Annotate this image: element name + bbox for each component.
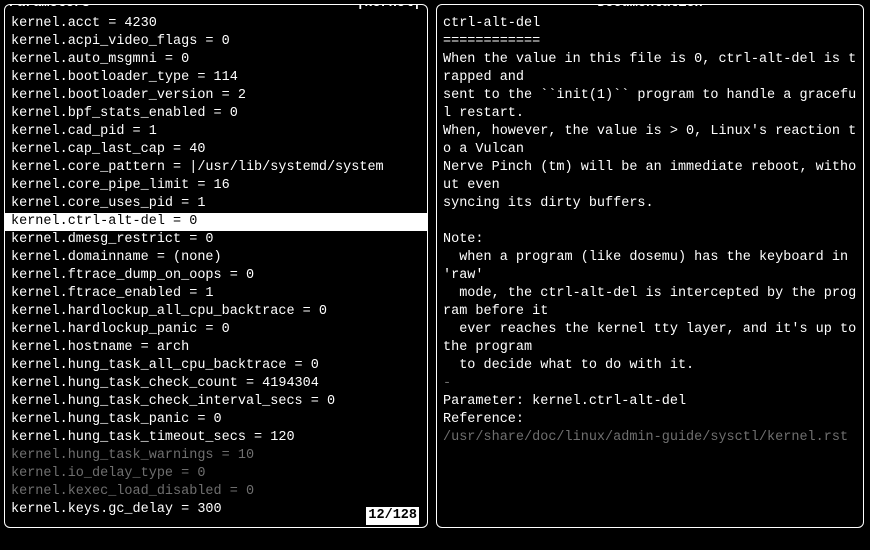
documentation-panel: Documentation ctrl-alt-del============Wh… bbox=[436, 4, 864, 528]
parameter-row[interactable]: kernel.auto_msgmni = 0 bbox=[11, 51, 421, 69]
parameter-row[interactable]: kernel.cad_pid = 1 bbox=[11, 123, 421, 141]
doc-line: When, however, the value is > 0, Linux's… bbox=[443, 123, 857, 159]
doc-line: Nerve Pinch (tm) will be an immediate re… bbox=[443, 159, 857, 195]
parameters-panel[interactable]: Parameters |kernel| kernel.acct = 4230ke… bbox=[4, 4, 428, 528]
panel-tag-kernel: |kernel| bbox=[356, 4, 421, 13]
panel-title-parameters: Parameters bbox=[9, 4, 90, 13]
doc-line bbox=[443, 213, 857, 231]
doc-line: Parameter: kernel.ctrl-alt-del bbox=[443, 393, 857, 411]
documentation-body: ctrl-alt-del============When the value i… bbox=[443, 15, 857, 447]
doc-line: ever reaches the kernel tty layer, and i… bbox=[443, 321, 857, 357]
parameter-row[interactable]: kernel.core_pipe_limit = 16 bbox=[11, 177, 421, 195]
parameter-row[interactable]: kernel.kexec_load_disabled = 0 bbox=[11, 483, 421, 501]
parameter-row[interactable]: kernel.bpf_stats_enabled = 0 bbox=[11, 105, 421, 123]
parameters-list[interactable]: kernel.acct = 4230kernel.acpi_video_flag… bbox=[11, 15, 421, 519]
parameter-row[interactable]: kernel.acpi_video_flags = 0 bbox=[11, 33, 421, 51]
parameter-row[interactable]: kernel.hung_task_panic = 0 bbox=[11, 411, 421, 429]
doc-line: sent to the ``init(1)`` program to handl… bbox=[443, 87, 857, 123]
parameter-row[interactable]: kernel.bootloader_type = 114 bbox=[11, 69, 421, 87]
parameter-row[interactable]: kernel.hardlockup_panic = 0 bbox=[11, 321, 421, 339]
panel-title-documentation: Documentation bbox=[597, 4, 702, 13]
parameter-row[interactable]: kernel.core_uses_pid = 1 bbox=[11, 195, 421, 213]
parameter-row[interactable]: kernel.hardlockup_all_cpu_backtrace = 0 bbox=[11, 303, 421, 321]
parameter-row[interactable]: kernel.hung_task_check_interval_secs = 0 bbox=[11, 393, 421, 411]
parameter-row[interactable]: kernel.dmesg_restrict = 0 bbox=[11, 231, 421, 249]
doc-line: When the value in this file is 0, ctrl-a… bbox=[443, 51, 857, 87]
parameter-row[interactable]: kernel.cap_last_cap = 40 bbox=[11, 141, 421, 159]
parameter-row[interactable]: kernel.ftrace_enabled = 1 bbox=[11, 285, 421, 303]
parameter-row[interactable]: kernel.domainname = (none) bbox=[11, 249, 421, 267]
doc-line: mode, the ctrl-alt-del is intercepted by… bbox=[443, 285, 857, 321]
doc-line: ctrl-alt-del bbox=[443, 15, 857, 33]
doc-line: to decide what to do with it. bbox=[443, 357, 857, 375]
parameter-row[interactable]: kernel.io_delay_type = 0 bbox=[11, 465, 421, 483]
doc-line: /usr/share/doc/linux/admin-guide/sysctl/… bbox=[443, 429, 857, 447]
doc-line: ============ bbox=[443, 33, 857, 51]
parameter-row[interactable]: kernel.ctrl-alt-del = 0 bbox=[5, 213, 427, 231]
parameter-row[interactable]: kernel.hung_task_warnings = 10 bbox=[11, 447, 421, 465]
parameter-row[interactable]: kernel.hostname = arch bbox=[11, 339, 421, 357]
doc-line: syncing its dirty buffers. bbox=[443, 195, 857, 213]
parameter-row[interactable]: kernel.ftrace_dump_on_oops = 0 bbox=[11, 267, 421, 285]
doc-line: Reference: bbox=[443, 411, 857, 429]
parameter-row[interactable]: kernel.bootloader_version = 2 bbox=[11, 87, 421, 105]
parameter-row[interactable]: kernel.hung_task_check_count = 4194304 bbox=[11, 375, 421, 393]
parameter-row[interactable]: kernel.hung_task_all_cpu_backtrace = 0 bbox=[11, 357, 421, 375]
row-counter: 12/128 bbox=[366, 507, 419, 525]
parameter-row[interactable]: kernel.keys.gc_delay = 300 bbox=[11, 501, 421, 519]
parameter-row[interactable]: kernel.hung_task_timeout_secs = 120 bbox=[11, 429, 421, 447]
parameter-row[interactable]: kernel.acct = 4230 bbox=[11, 15, 421, 33]
doc-line: Note: bbox=[443, 231, 857, 249]
doc-line: when a program (like dosemu) has the key… bbox=[443, 249, 857, 285]
parameter-row[interactable]: kernel.core_pattern = |/usr/lib/systemd/… bbox=[11, 159, 421, 177]
doc-line: - bbox=[443, 375, 857, 393]
